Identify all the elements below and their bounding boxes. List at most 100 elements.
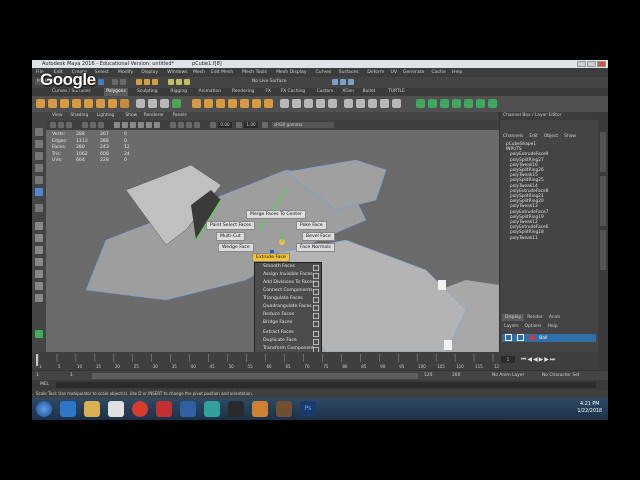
terminal-icon[interactable] <box>228 401 244 417</box>
shelf-tab-rendering[interactable]: Rendering <box>230 88 256 96</box>
command-shell-icon[interactable] <box>35 330 43 338</box>
poly-cone-icon[interactable] <box>72 99 81 108</box>
poly-torus-icon[interactable] <box>84 99 93 108</box>
menu-curves[interactable]: Curves <box>316 68 332 77</box>
layer-row[interactable]: Ball <box>502 334 596 342</box>
chrome-icon[interactable] <box>132 401 148 417</box>
exposure-field[interactable]: 0.00 <box>218 122 232 128</box>
start-button-icon[interactable] <box>36 401 52 417</box>
save-scene-icon[interactable] <box>98 79 104 85</box>
close-button[interactable] <box>597 61 606 67</box>
maximize-button[interactable] <box>587 61 596 67</box>
hypershade-layout-icon[interactable] <box>35 282 43 290</box>
current-time-marker[interactable] <box>36 354 38 366</box>
insert-loop-icon[interactable] <box>280 99 289 108</box>
shelf-tab-fx[interactable]: FX <box>263 88 273 96</box>
snap-curve-icon[interactable] <box>176 79 182 85</box>
poly-sphere-icon[interactable] <box>36 99 45 108</box>
mm-east[interactable]: Bevel Face <box>302 232 335 241</box>
turtle-normals-icon[interactable] <box>488 99 497 108</box>
shadows-icon[interactable] <box>154 122 160 128</box>
current-frame-field[interactable]: 1 <box>501 356 515 363</box>
move-tool-icon[interactable] <box>35 164 43 172</box>
shelf-tab-sculpting[interactable]: Sculpting <box>135 88 160 96</box>
grid-icon[interactable] <box>82 122 88 128</box>
mm-southeast[interactable]: Face Normals <box>296 243 335 252</box>
uv-editor-icon[interactable] <box>392 99 401 108</box>
boolean-icon[interactable] <box>172 99 181 108</box>
viewport-menu-shading[interactable]: Shading <box>70 112 88 120</box>
mm-west[interactable]: Multi-Cut <box>216 232 245 241</box>
shelf-tab-bullet[interactable]: Bullet <box>361 88 378 96</box>
select-hierarchy-icon[interactable] <box>136 79 142 85</box>
menu-cache[interactable]: Cache <box>432 68 446 77</box>
marking-item-quadrangulate-faces[interactable]: Quadrangulate Faces <box>255 303 321 311</box>
combine-icon[interactable] <box>136 99 145 108</box>
visibility-toggle[interactable] <box>505 334 512 341</box>
channel-node[interactable]: polySplitRing18 <box>506 230 548 235</box>
firefox-icon[interactable] <box>180 401 196 417</box>
turtle-render-icon[interactable] <box>428 99 437 108</box>
channel-node[interactable]: polyExtrudeFace9 <box>506 152 548 157</box>
xray-icon[interactable] <box>178 122 184 128</box>
planar-map-icon[interactable] <box>344 99 353 108</box>
shelf-tab-fx-caching[interactable]: FX Caching <box>279 88 308 96</box>
viewport-menu-view[interactable]: View <box>52 112 62 120</box>
marking-item-transform-component[interactable]: Transform Component <box>255 345 321 352</box>
color-management-icon[interactable] <box>262 122 268 128</box>
shelf-tab-custom[interactable]: Custom <box>315 88 336 96</box>
perspective-viewport[interactable]: Verts: 288 267 0 Edges: 1113 288 0 Faces: 280 243 1… <box>46 130 499 352</box>
rotate-tool-icon[interactable] <box>35 176 43 184</box>
bridge-icon[interactable] <box>204 99 213 108</box>
mel-input[interactable] <box>56 382 596 388</box>
maya-icon[interactable] <box>204 401 220 417</box>
media-icon[interactable] <box>108 401 124 417</box>
marking-item-assign-invisible-faces[interactable]: Assign Invisible Faces <box>255 271 321 279</box>
menu-display[interactable]: Display <box>141 68 158 77</box>
shelf-tab-xgen[interactable]: XGen <box>340 88 356 96</box>
menu-deform[interactable]: Deform <box>367 68 384 77</box>
xray-joints-icon[interactable] <box>186 122 192 128</box>
mm-north[interactable]: Merge Faces To Center <box>246 210 306 219</box>
viewport-menu-show[interactable]: Show <box>125 112 137 120</box>
explorer-icon[interactable] <box>84 401 100 417</box>
channel-box-tab[interactable] <box>600 176 606 226</box>
paint-select-tool-icon[interactable] <box>35 152 43 160</box>
lights-icon[interactable] <box>146 122 152 128</box>
super-shape-icon[interactable] <box>120 99 129 108</box>
outliner-layout-icon[interactable] <box>35 258 43 266</box>
uv-layout-icon[interactable] <box>35 294 43 302</box>
separate-icon[interactable] <box>148 99 157 108</box>
menu-uv[interactable]: UV <box>391 68 398 77</box>
automatic-map-icon[interactable] <box>380 99 389 108</box>
system-clock[interactable]: 4:21 PM 1/22/2018 <box>577 401 602 415</box>
ie-icon[interactable] <box>60 401 76 417</box>
textured-icon[interactable] <box>138 122 144 128</box>
redo-icon[interactable] <box>120 79 126 85</box>
snap-point-icon[interactable] <box>184 79 190 85</box>
attribute-editor-tab[interactable] <box>600 132 606 172</box>
viewport-menu-panels[interactable]: Panels <box>173 112 187 120</box>
menu-edit-mesh[interactable]: Edit Mesh <box>211 68 233 77</box>
shelf-tab-turtle[interactable]: TURTLE <box>386 88 407 96</box>
mm-south[interactable]: Extrude Face <box>252 253 290 262</box>
bookmark-icon[interactable] <box>58 122 64 128</box>
merge-icon[interactable] <box>240 99 249 108</box>
last-tool-icon[interactable] <box>35 204 43 212</box>
layer-tab-render[interactable]: Render <box>524 314 546 321</box>
shelf-tab-polygons[interactable]: Polygons <box>104 88 128 96</box>
colorspace-dropdown[interactable]: sRGB gamma <box>272 122 334 128</box>
channel-node[interactable]: polySplitRing25 <box>506 178 548 183</box>
channel-menu-channels[interactable]: Channels <box>503 134 523 139</box>
quad-draw-icon[interactable] <box>304 99 313 108</box>
layer-name[interactable]: Ball <box>539 336 547 341</box>
ipr-render-icon[interactable] <box>340 79 346 85</box>
extrude-icon[interactable] <box>192 99 201 108</box>
image-plane-icon[interactable] <box>66 122 72 128</box>
spherical-map-icon[interactable] <box>368 99 377 108</box>
folder-icon[interactable] <box>252 401 268 417</box>
viewport-menu-renderer[interactable]: Renderer <box>144 112 164 120</box>
menu-modify[interactable]: Modify <box>118 68 133 77</box>
smooth-icon[interactable] <box>160 99 169 108</box>
fill-hole-icon[interactable] <box>228 99 237 108</box>
